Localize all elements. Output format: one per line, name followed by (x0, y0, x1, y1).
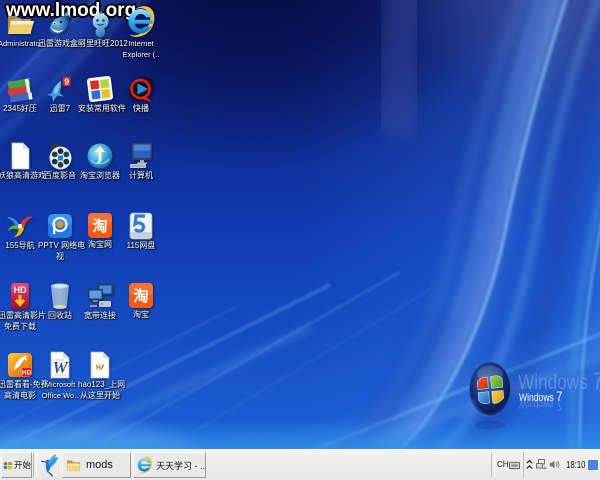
svg-text:HD: HD (14, 285, 27, 295)
svg-text:HD: HD (22, 370, 32, 377)
svg-text:淘: 淘 (132, 287, 148, 305)
svg-text:淘: 淘 (91, 217, 107, 235)
svg-text:W: W (52, 358, 69, 377)
svg-text:9: 9 (64, 77, 69, 86)
